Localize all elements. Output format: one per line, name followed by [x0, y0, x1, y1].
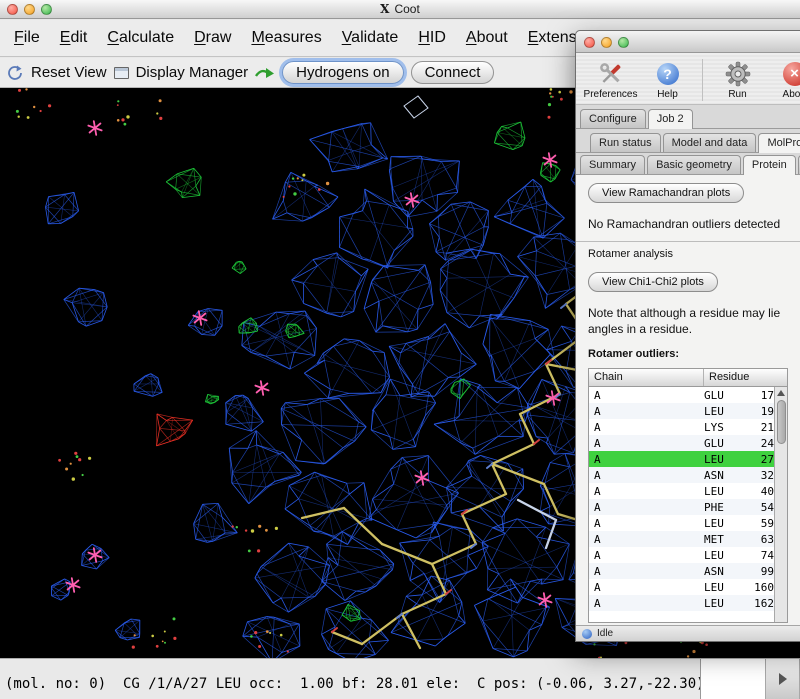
run-label: Run [728, 89, 746, 100]
rotamer-outlier-row[interactable]: AGLU17 [589, 387, 774, 403]
run-button[interactable]: Run [709, 59, 766, 100]
dialog-titlebar[interactable] [576, 31, 800, 53]
rotamer-outlier-row[interactable]: ALEU162 [589, 595, 774, 611]
window-title: X Coot [0, 2, 800, 16]
tab-summary[interactable]: Summary [580, 155, 645, 174]
menu-validate[interactable]: Validate [332, 24, 409, 52]
coot-titlebar[interactable]: X Coot [0, 0, 800, 19]
atom-info-text: (mol. no: 0) CG /1/A/27 LEU occ: 1.00 bf… [5, 676, 705, 692]
toolbar-separator [702, 59, 703, 101]
ramachandran-message: No Ramachandran outliers detected [588, 217, 800, 231]
separator [576, 241, 800, 242]
section-tabs: Run status Model and data MolProbity [576, 129, 800, 153]
table-body: AGLU17ALEU19ALYS21AGLU24ALEU27AASN32ALEU… [589, 387, 774, 622]
help-icon: ? [657, 59, 679, 88]
table-scrollbar[interactable] [774, 387, 787, 622]
rotamer-outliers-label: Rotamer outliers: [588, 348, 800, 360]
menu-about[interactable]: About [456, 24, 518, 52]
help-label: Help [657, 89, 678, 100]
status-orb-icon [582, 629, 592, 639]
tab-model-and-data[interactable]: Model and data [663, 133, 757, 152]
x11-icon: X [380, 2, 389, 16]
reset-view-button[interactable]: Reset View [31, 64, 107, 81]
menu-edit[interactable]: Edit [50, 24, 98, 52]
rotamer-outlier-row[interactable]: AASN32 [589, 467, 774, 483]
abort-button[interactable]: × Abort [766, 59, 800, 100]
tab-job-2[interactable]: Job 2 [648, 109, 693, 129]
help-button[interactable]: ? Help [639, 59, 696, 100]
rotamer-outlier-row[interactable]: ALEU27 [589, 451, 774, 467]
scrollbar-track[interactable] [701, 659, 766, 699]
rotamer-note-line1: Note that although a residue may lie [588, 306, 800, 320]
dialog-minimize-button[interactable] [601, 37, 612, 48]
display-manager-icon[interactable] [114, 67, 129, 79]
validation-tabs: Summary Basic geometry Protein C [576, 153, 800, 175]
rotamer-outlier-row[interactable]: ALEU59 [589, 515, 774, 531]
scroll-right-button[interactable] [766, 659, 800, 699]
view-chi1-chi2-plots-button[interactable]: View Chi1-Chi2 plots [588, 272, 718, 292]
rotamer-outlier-row[interactable]: APHE54 [589, 499, 774, 515]
tab-configure[interactable]: Configure [580, 109, 646, 128]
abort-label: Abort [783, 89, 800, 100]
preferences-button[interactable]: Preferences [582, 59, 639, 100]
connect-button[interactable]: Connect [411, 61, 495, 84]
menu-draw[interactable]: Draw [184, 24, 241, 52]
corner-scrollbar [700, 659, 800, 699]
rotamer-outlier-row[interactable]: ALYS21 [589, 419, 774, 435]
display-manager-button[interactable]: Display Manager [136, 64, 249, 81]
menu-hid[interactable]: HID [408, 24, 456, 52]
column-header-residue[interactable]: Residue [704, 369, 787, 386]
scroll-up-arrow-icon [777, 390, 785, 396]
rotamer-outlier-row[interactable]: AASN99 [589, 563, 774, 579]
green-arrow-icon[interactable] [255, 66, 275, 80]
molprobity-window: Preferences ? Help [575, 30, 800, 642]
rotamer-outlier-row[interactable]: ALEU19 [589, 403, 774, 419]
rotamer-section-title: Rotamer analysis [588, 248, 800, 260]
run-gear-icon [725, 59, 751, 88]
menu-calculate[interactable]: Calculate [97, 24, 184, 52]
menu-file[interactable]: File [4, 24, 50, 52]
dialog-statusbar: Idle [576, 625, 800, 641]
tab-basic-geometry[interactable]: Basic geometry [647, 155, 741, 174]
scrollbar-thumb[interactable] [777, 400, 786, 444]
coot-statusbar: (mol. no: 0) CG /1/A/27 LEU occ: 1.00 bf… [0, 658, 800, 699]
view-ramachandran-plots-button[interactable]: View Ramachandran plots [588, 183, 744, 203]
status-text: Idle [597, 628, 613, 639]
reset-view-icon[interactable] [6, 64, 24, 82]
dialog-close-button[interactable] [584, 37, 595, 48]
tab-protein[interactable]: Protein [743, 155, 796, 175]
rotamer-outlier-row[interactable]: AGLU24 [589, 435, 774, 451]
dialog-window-controls [584, 37, 629, 48]
rotamer-outliers-table: Chain Residue AGLU17ALEU19ALYS21AGLU24AL… [588, 368, 788, 623]
preferences-icon [597, 59, 625, 88]
dialog-zoom-button[interactable] [618, 37, 629, 48]
tab-molprobity[interactable]: MolProbity [758, 133, 800, 153]
job-tabs: Configure Job 2 [576, 105, 800, 129]
rotamer-outlier-row[interactable]: ALEU160 [589, 579, 774, 595]
abort-icon: × [783, 59, 800, 88]
rotamer-outlier-row[interactable]: ALEU40 [589, 483, 774, 499]
scroll-right-arrow-icon [779, 673, 787, 685]
preferences-label: Preferences [584, 89, 638, 100]
rotamer-outlier-row[interactable]: ALEU74 [589, 547, 774, 563]
window-title-text: Coot [394, 2, 419, 16]
tab-run-status[interactable]: Run status [590, 133, 661, 152]
column-header-chain[interactable]: Chain [589, 369, 704, 386]
dialog-toolbar: Preferences ? Help [576, 53, 800, 105]
protein-validation-panel: View Ramachandran plots No Ramachandran … [576, 175, 800, 627]
menu-measures[interactable]: Measures [241, 24, 331, 52]
rotamer-note-line2: angles in a residue. [588, 322, 800, 336]
table-header: Chain Residue [589, 369, 787, 387]
screen: X Coot FileEditCalculateDrawMeasuresValid… [0, 0, 800, 699]
rotamer-outlier-row[interactable]: AMET63 [589, 531, 774, 547]
hydrogens-toggle-button[interactable]: Hydrogens on [282, 61, 403, 84]
